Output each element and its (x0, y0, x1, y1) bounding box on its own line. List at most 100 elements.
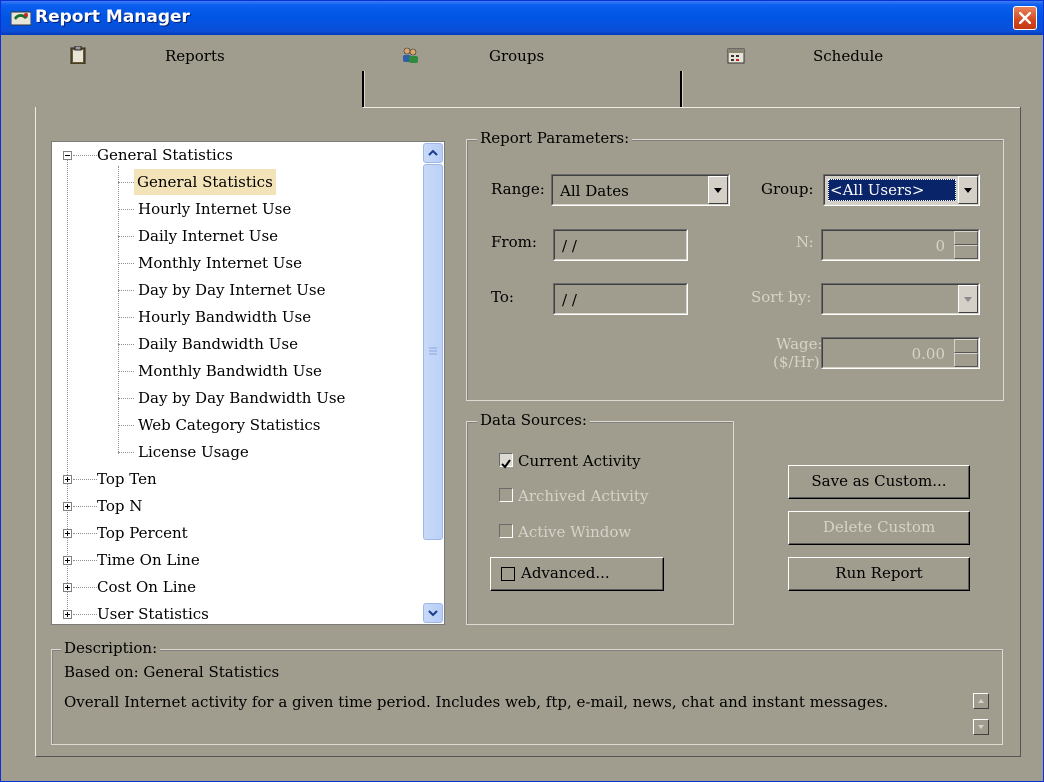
window-title: Report Manager (35, 7, 190, 27)
description-scroll-down[interactable] (973, 719, 989, 735)
tree-item-hourly-bandwidth-use[interactable]: Hourly Bandwidth Use (138, 304, 311, 330)
from-date-field[interactable]: / / (553, 229, 688, 261)
spin-down-button[interactable] (954, 245, 978, 259)
expand-toggle[interactable] (63, 583, 72, 592)
tree-connector (73, 587, 97, 588)
tree-connector (118, 317, 134, 318)
expand-toggle[interactable] (63, 529, 72, 538)
chevron-up-icon (978, 699, 984, 703)
chevron-down-icon (978, 725, 984, 729)
delete-custom-button[interactable]: Delete Custom (788, 511, 970, 545)
tree-item-top-n[interactable]: Top N (97, 493, 142, 519)
report-tree[interactable]: General Statistics General Statistics Ho… (51, 141, 445, 625)
expand-toggle[interactable] (63, 556, 72, 565)
description-title: Description: (61, 639, 161, 657)
n-spinner[interactable]: 0 (821, 229, 980, 261)
expand-toggle[interactable] (63, 502, 72, 511)
group-value: <All Users> (830, 181, 925, 199)
grip-icon (429, 347, 437, 355)
scroll-down-button[interactable] (423, 603, 443, 623)
tree-connector (73, 506, 97, 507)
description-scroll-up[interactable] (973, 693, 989, 709)
tab-schedule[interactable]: Schedule (683, 35, 1021, 83)
current-activity-label: Current Activity (518, 452, 641, 470)
active-window-label: Active Window (518, 523, 632, 541)
description-based-on: Based on: General Statistics (64, 663, 280, 681)
expand-toggle[interactable] (63, 610, 72, 619)
wage-label: Wage: (776, 335, 823, 353)
tab-label: Groups (489, 47, 545, 65)
spin-up-button[interactable] (954, 339, 978, 353)
report-parameters-title: Report Parameters: (477, 129, 633, 147)
tree-connector (73, 560, 97, 561)
tree-item-day-by-day-bandwidth-use[interactable]: Day by Day Bandwidth Use (138, 385, 345, 411)
expand-toggle[interactable] (63, 475, 72, 484)
tab-reports[interactable]: Reports (35, 35, 363, 83)
save-as-custom-button[interactable]: Save as Custom... (788, 465, 970, 499)
app-icon (11, 11, 31, 26)
wage-value: 0.00 (911, 345, 945, 363)
tree-item-monthly-bandwidth-use[interactable]: Monthly Bandwidth Use (138, 358, 322, 384)
tree-connector (118, 236, 134, 237)
tree-item-top-percent[interactable]: Top Percent (97, 520, 188, 546)
tree-connector (118, 344, 134, 345)
tree-item-general-statistics[interactable]: General Statistics (97, 142, 233, 168)
tree-item-license-usage[interactable]: License Usage (138, 439, 249, 465)
range-dropdown[interactable]: All Dates (551, 174, 730, 206)
dropdown-arrow-icon[interactable] (708, 176, 728, 204)
tree-scrollbar[interactable] (422, 142, 444, 624)
spin-up-button[interactable] (954, 231, 978, 245)
tree-connector (118, 452, 134, 453)
tree-connector (118, 371, 134, 372)
title-bar[interactable]: Report Manager (1, 1, 1043, 35)
tree-item-daily-internet-use[interactable]: Daily Internet Use (138, 223, 278, 249)
tree-connector (118, 398, 134, 399)
chevron-up-icon (428, 149, 438, 156)
scroll-thumb[interactable] (423, 164, 443, 540)
from-date-value: / / (562, 237, 577, 255)
scroll-up-button[interactable] (423, 143, 443, 163)
spin-down-button[interactable] (954, 353, 978, 367)
tree-item-general-statistics-report[interactable]: General Statistics (134, 169, 276, 195)
close-icon (1019, 12, 1031, 24)
archived-activity-label: Archived Activity (518, 487, 649, 505)
tree-item-hourly-internet-use[interactable]: Hourly Internet Use (138, 196, 291, 222)
chevron-down-icon (428, 610, 438, 617)
report-manager-window: Report Manager Reports Groups Schedule G… (0, 0, 1044, 782)
checkmark-icon (501, 459, 511, 469)
clipboard-icon (70, 46, 86, 64)
wage-spinner[interactable]: 0.00 (821, 337, 980, 369)
tree-item-user-statistics[interactable]: User Statistics (97, 601, 209, 624)
collapse-toggle[interactable] (63, 151, 72, 160)
tree-item-daily-bandwidth-use[interactable]: Daily Bandwidth Use (138, 331, 298, 357)
tree-item-cost-on-line[interactable]: Cost On Line (97, 574, 196, 600)
calendar-icon (727, 48, 745, 64)
group-dropdown[interactable]: <All Users> (823, 174, 980, 206)
tree-item-time-on-line[interactable]: Time On Line (97, 547, 200, 573)
close-button[interactable] (1013, 6, 1037, 30)
tree-connector (118, 290, 134, 291)
tree-item-top-ten[interactable]: Top Ten (97, 466, 157, 492)
advanced-button[interactable]: Advanced... (490, 557, 664, 591)
dropdown-arrow-icon[interactable] (958, 285, 978, 313)
tree-connector (118, 425, 134, 426)
description-text: Overall Internet activity for a given ti… (64, 693, 889, 711)
n-value: 0 (935, 237, 945, 255)
wage-unit-label: ($/Hr) (773, 353, 820, 371)
checkbox-box[interactable] (499, 488, 513, 502)
n-label: N: (796, 233, 814, 251)
users-icon (403, 47, 418, 63)
checkbox-box[interactable] (499, 524, 513, 538)
dropdown-arrow-icon[interactable] (958, 176, 978, 204)
to-label: To: (491, 288, 514, 306)
tree-item-day-by-day-internet-use[interactable]: Day by Day Internet Use (138, 277, 325, 303)
tree-item-monthly-internet-use[interactable]: Monthly Internet Use (138, 250, 302, 276)
tab-groups[interactable]: Groups (365, 35, 681, 83)
checkbox-box[interactable] (499, 453, 513, 469)
run-report-button[interactable]: Run Report (788, 557, 970, 591)
to-date-field[interactable]: / / (553, 283, 688, 315)
tree-guide-line (67, 155, 68, 615)
sort-by-dropdown[interactable] (821, 283, 980, 315)
tree-item-web-category-statistics[interactable]: Web Category Statistics (138, 412, 321, 438)
tab-label: Schedule (813, 47, 884, 65)
